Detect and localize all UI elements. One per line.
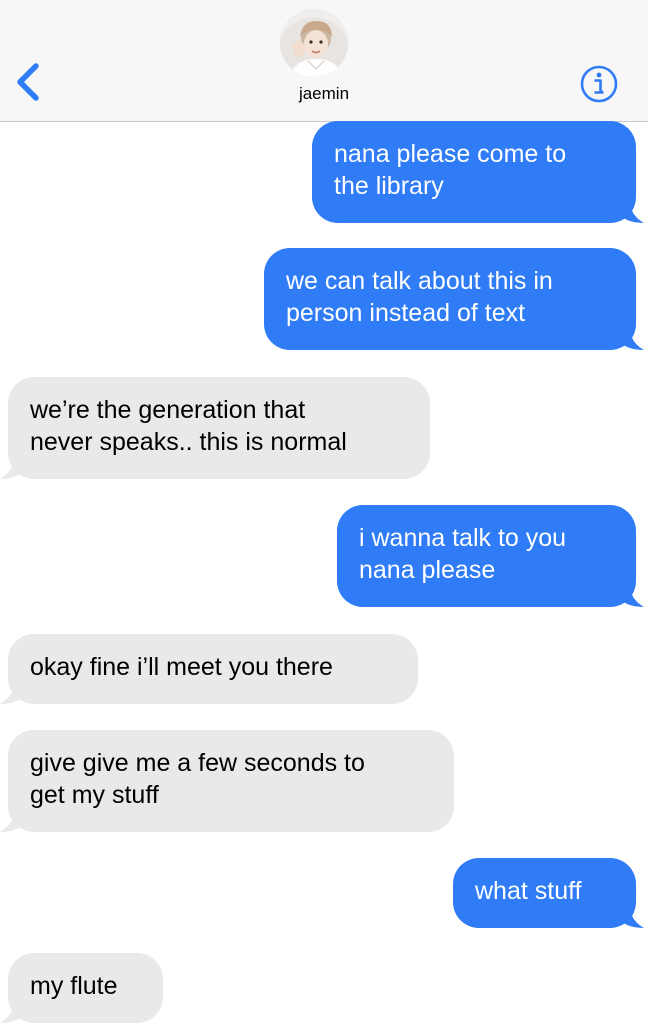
message-bubble-sent[interactable]: nana please come to the library	[312, 121, 644, 223]
message-line: we’re the generation that	[30, 396, 306, 424]
message-line: okay fine i’ll meet you there	[30, 653, 333, 681]
bubble-tail	[0, 810, 22, 832]
message-bubble-sent[interactable]: i wanna talk to you nana please	[337, 505, 644, 607]
conversation-header: jaemin	[0, 0, 648, 122]
message-line: get my stuff	[30, 781, 159, 809]
message-line: person instead of text	[286, 299, 526, 327]
message-line: nana please	[359, 556, 496, 584]
message-line: we can talk about this in	[286, 267, 553, 295]
contact-photo	[280, 9, 348, 77]
avatar[interactable]	[280, 9, 348, 77]
messages-screen: jaemin nana please come to the library w…	[0, 0, 648, 1024]
message-line: i wanna talk to you	[359, 524, 567, 552]
message-line: what stuff	[475, 877, 582, 905]
message-bubble-sent[interactable]: what stuff	[453, 858, 644, 928]
bubble-tail	[622, 906, 644, 928]
message-line: never speaks.. this is normal	[30, 428, 347, 456]
contact-name[interactable]: jaemin	[0, 84, 648, 104]
bubble-tail	[0, 682, 22, 704]
message-line: give give me a few seconds to	[30, 749, 365, 777]
message-line: my flute	[30, 972, 118, 1000]
info-button[interactable]	[579, 64, 619, 104]
bubble-tail	[622, 201, 644, 223]
bubble-tail	[622, 328, 644, 350]
bubble-tail	[0, 1001, 22, 1023]
bubble-tail	[622, 585, 644, 607]
message-bubble-received[interactable]: okay fine i’ll meet you there	[0, 634, 418, 704]
info-circle-icon	[580, 65, 618, 103]
message-line: nana please come to	[334, 140, 567, 168]
message-bubble-received[interactable]: my flute	[0, 953, 163, 1023]
message-line: the library	[334, 172, 444, 200]
message-bubble-sent[interactable]: we can talk about this in person instead…	[264, 248, 644, 350]
message-bubble-received[interactable]: we’re the generation that never speaks..…	[0, 377, 430, 479]
bubble-tail	[0, 457, 22, 479]
message-bubble-received[interactable]: give give me a few seconds to get my stu…	[0, 730, 454, 832]
